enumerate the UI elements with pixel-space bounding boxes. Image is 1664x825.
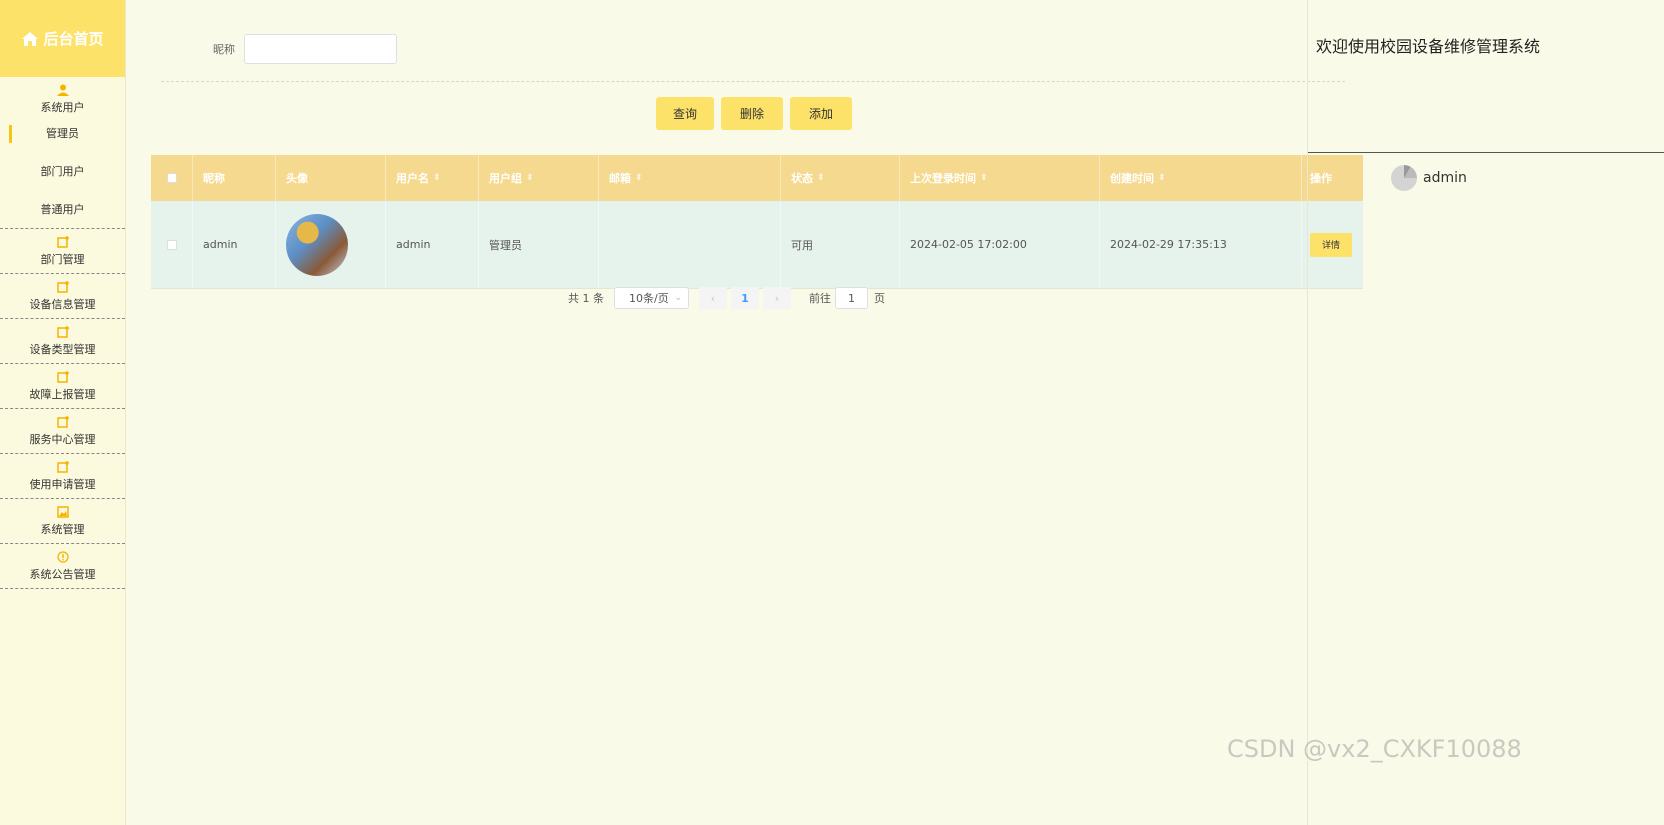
menu-service-center[interactable]: 服务中心管理 [0, 409, 125, 454]
divider [161, 81, 1345, 82]
sort-icon[interactable]: ⬍ [1158, 173, 1166, 183]
sidebar-item-normal-user[interactable]: 普通用户 [0, 191, 125, 229]
right-panel: 欢迎使用校园设备维修管理系统 admin [1307, 0, 1664, 825]
menu-system-label: 系统管理 [40, 523, 85, 536]
header-created[interactable]: 创建时间 ⬍ [1100, 155, 1302, 201]
header-avatar: 头像 [276, 155, 386, 201]
user-info[interactable]: admin [1391, 165, 1467, 191]
menu-device-type[interactable]: 设备类型管理 [0, 319, 125, 364]
select-all-checkbox[interactable] [151, 155, 193, 201]
header-email[interactable]: 邮箱 ⬍ [599, 155, 781, 201]
welcome-title: 欢迎使用校园设备维修管理系统 [1316, 37, 1541, 56]
menu-system[interactable]: 系统管理 [0, 499, 125, 544]
menu-device-info-label: 设备信息管理 [29, 298, 96, 311]
sort-icon[interactable]: ⬍ [526, 173, 534, 183]
cell-email [599, 201, 781, 288]
sort-icon[interactable]: ⬍ [817, 173, 825, 183]
watermark: CSDN @vx2_CXKF10088 [1227, 735, 1522, 763]
menu-device-info[interactable]: 设备信息管理 [0, 274, 125, 319]
query-button[interactable]: 查询 [656, 97, 714, 130]
menu-fault-report[interactable]: 故障上报管理 [0, 364, 125, 409]
user-table: 昵称 头像 用户名 ⬍ 用户组 ⬍ 邮箱 ⬍ 状态 ⬍ 上次登录时间 ⬍ 创建时间 ⬍ 操作… [151, 155, 1363, 289]
chevron-down-icon: ⌄ [674, 293, 682, 303]
sidebar-item-dept-user[interactable]: 部门用户 [0, 153, 125, 191]
home-icon [21, 31, 39, 47]
sort-icon[interactable]: ⬍ [433, 173, 441, 183]
header-group[interactable]: 用户组 ⬍ [479, 155, 599, 201]
page-size-select[interactable]: 10条/页 ⌄ [614, 287, 689, 309]
cell-status: 可用 [781, 201, 900, 288]
table-row: admin admin 管理员 可用 2024-02-05 17:02:00 2… [151, 201, 1363, 289]
goto-page-input[interactable]: 1 [835, 287, 868, 309]
table-header: 昵称 头像 用户名 ⬍ 用户组 ⬍ 邮箱 ⬍ 状态 ⬍ 上次登录时间 ⬍ 创建时间 ⬍ 操作 [151, 155, 1363, 201]
header-status[interactable]: 状态 ⬍ [781, 155, 900, 201]
sidebar-item-admin[interactable]: 管理员 [0, 115, 125, 153]
menu-notice[interactable]: 系统公告管理 [0, 544, 125, 589]
edit-icon [56, 371, 69, 383]
menu-device-type-label: 设备类型管理 [29, 343, 96, 356]
edit-icon [56, 416, 69, 428]
loading-avatar-icon [1391, 165, 1417, 191]
page-suffix: 页 [874, 292, 885, 305]
cell-created: 2024-02-29 17:35:13 [1100, 201, 1302, 288]
current-user-name: admin [1423, 170, 1467, 186]
chevron-left-icon: ‹ [710, 291, 716, 305]
sort-icon[interactable]: ⬍ [980, 173, 988, 183]
edit-icon [56, 326, 69, 338]
sort-icon[interactable]: ⬍ [635, 173, 643, 183]
image-icon [56, 506, 69, 518]
main-content: 昵称 查询 删除 添加 昵称 头像 用户名 ⬍ 用户组 ⬍ 邮箱 ⬍ 状态 ⬍ 上次登录… [127, 0, 1383, 825]
goto-label: 前往 [809, 292, 831, 305]
info-icon [56, 551, 69, 563]
search-label: 昵称 [213, 43, 235, 56]
cell-last-login: 2024-02-05 17:02:00 [900, 201, 1100, 288]
add-button[interactable]: 添加 [790, 97, 852, 130]
menu-use-request-label: 使用申请管理 [29, 478, 96, 491]
nickname-search-input[interactable] [244, 34, 397, 64]
next-page-button[interactable]: › [763, 287, 791, 309]
delete-button[interactable]: 删除 [721, 97, 783, 130]
chevron-right-icon: › [774, 291, 780, 305]
menu-fault-report-label: 故障上报管理 [29, 388, 96, 401]
cell-username: admin [386, 201, 479, 288]
prev-page-button[interactable]: ‹ [699, 287, 727, 309]
pagination: 共 1 条 10条/页 ⌄ ‹ 1 › 前往 1 页 [568, 287, 885, 309]
sidebar: 后台首页 系统用户 管理员 部门用户 普通用户 部门管理 设备信息管理 设备类型… [0, 0, 126, 825]
avatar [286, 213, 348, 276]
user-icon [56, 84, 69, 96]
cell-group: 管理员 [479, 201, 599, 288]
edit-icon [56, 236, 69, 248]
menu-use-request[interactable]: 使用申请管理 [0, 454, 125, 499]
header-last-login[interactable]: 上次登录时间 ⬍ [900, 155, 1100, 201]
edit-icon [56, 461, 69, 473]
page-number-current[interactable]: 1 [731, 287, 759, 309]
pager-total: 共 1 条 [568, 292, 604, 305]
search-form: 昵称 [213, 34, 397, 64]
menu-dept[interactable]: 部门管理 [0, 229, 125, 274]
brand-title: 后台首页 [43, 30, 104, 48]
cell-nickname: admin [193, 201, 276, 288]
header-nickname: 昵称 [193, 155, 276, 201]
menu-system-user[interactable]: 系统用户 [0, 77, 125, 115]
brand-home-link[interactable]: 后台首页 [0, 0, 125, 77]
cell-avatar [276, 201, 386, 288]
divider [1308, 152, 1664, 153]
header-username[interactable]: 用户名 ⬍ [386, 155, 479, 201]
menu-dept-label: 部门管理 [40, 253, 85, 266]
menu-system-user-label: 系统用户 [40, 101, 85, 114]
edit-icon [56, 281, 69, 293]
menu-service-center-label: 服务中心管理 [29, 433, 96, 446]
menu-notice-label: 系统公告管理 [29, 568, 96, 581]
action-buttons: 查询 删除 添加 [656, 97, 852, 130]
row-checkbox[interactable] [151, 201, 193, 288]
